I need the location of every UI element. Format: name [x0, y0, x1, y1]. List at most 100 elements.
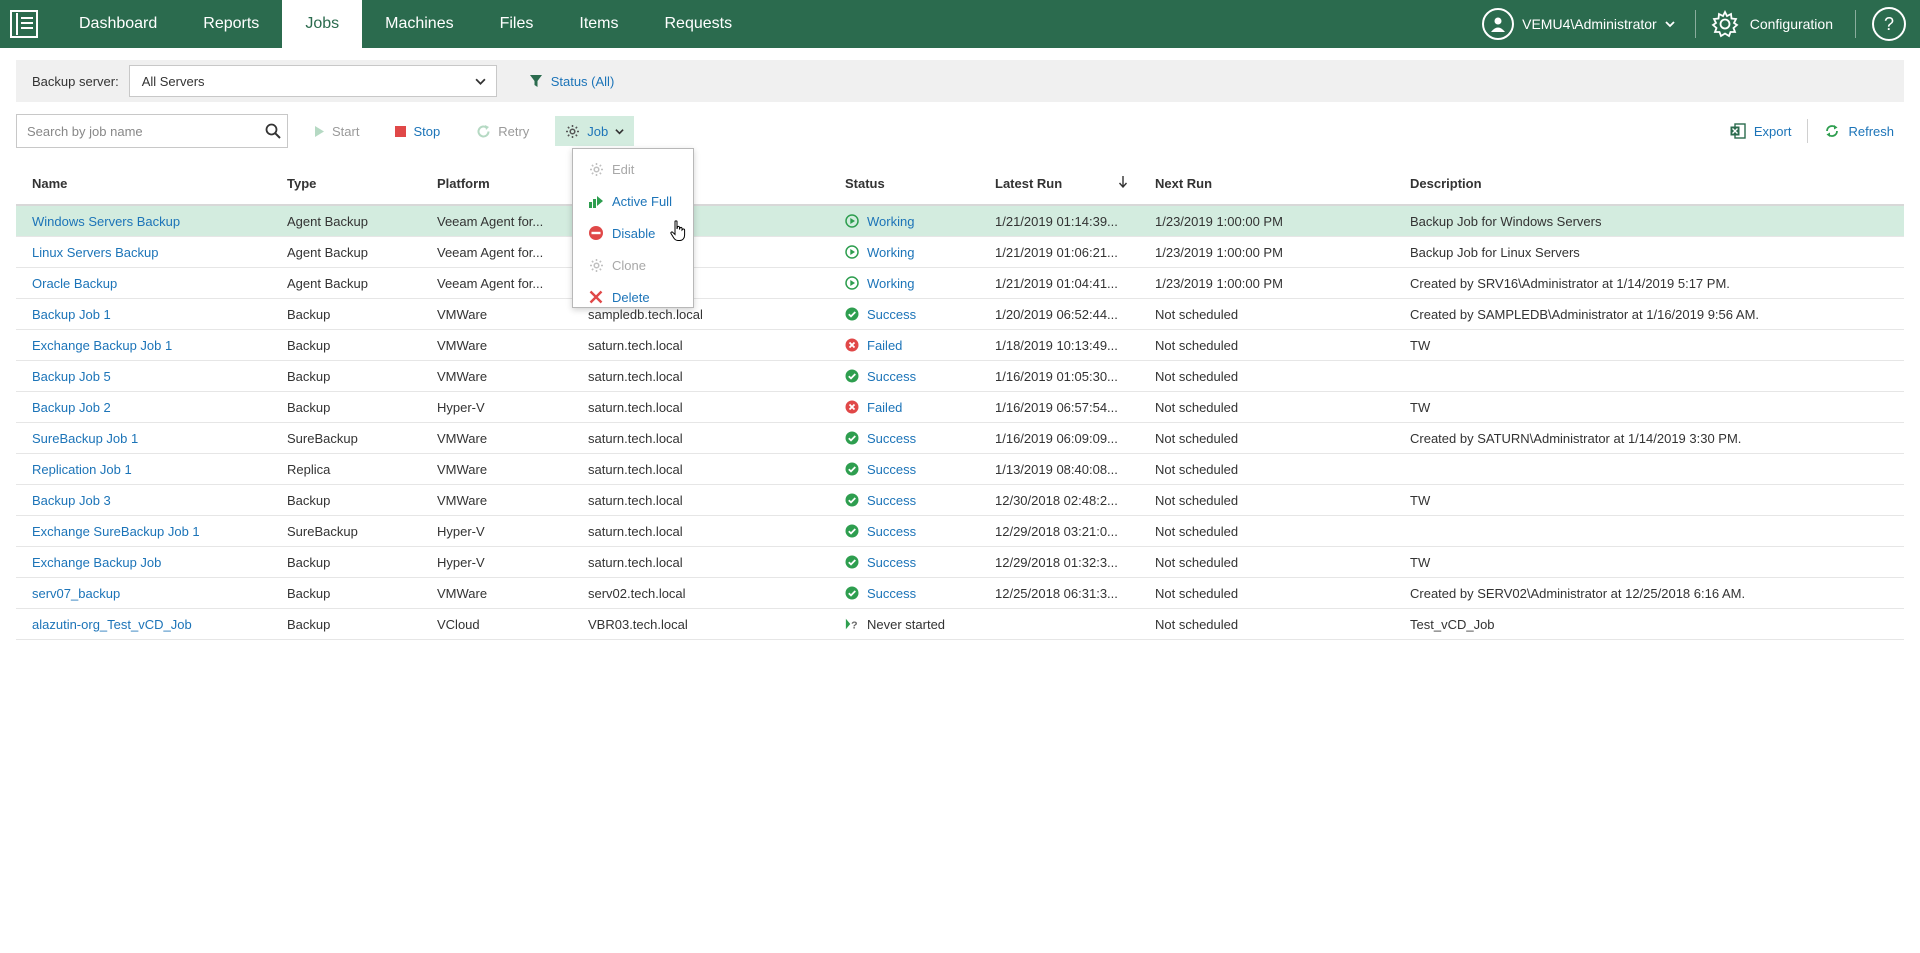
- job-host: saturn.tech.local: [588, 368, 683, 384]
- job-menu-button[interactable]: Job: [555, 116, 635, 146]
- help-button[interactable]: ?: [1872, 7, 1906, 41]
- job-host: saturn.tech.local: [588, 337, 683, 353]
- column-header-next-run[interactable]: Next Run: [1139, 176, 1394, 191]
- nav-jobs[interactable]: Jobs: [282, 0, 363, 48]
- job-status-label[interactable]: Success: [867, 462, 916, 477]
- table-row[interactable]: Backup Job 3 Backup VMWare saturn.tech.loca…: [16, 485, 1904, 516]
- job-name-link[interactable]: Exchange SureBackup Job 1: [16, 524, 271, 539]
- job-name-link[interactable]: Oracle Backup: [16, 276, 271, 291]
- table-row[interactable]: Exchange Backup Job 1 Backup VMWare saturn.…: [16, 330, 1904, 361]
- job-name-link[interactable]: Backup Job 5: [16, 369, 271, 384]
- table-row[interactable]: Backup Job 1 Backup VMWare sampledb.tech.lo…: [16, 299, 1904, 330]
- table-row[interactable]: serv07_backup Backup VMWare serv02.tech.loc…: [16, 578, 1904, 609]
- job-status-label[interactable]: Working: [867, 214, 914, 229]
- configuration-button[interactable]: Configuration: [1696, 0, 1855, 48]
- job-name-link[interactable]: alazutin-org_Test_vCD_Job: [16, 617, 271, 632]
- job-status-label[interactable]: Failed: [867, 338, 902, 353]
- job-status-label[interactable]: Success: [867, 586, 916, 601]
- job-next-run: 1/23/2019 1:00:00 PM: [1155, 275, 1283, 291]
- nav-machines[interactable]: Machines: [362, 0, 476, 48]
- configuration-label: Configuration: [1749, 16, 1833, 32]
- menu-item-delete[interactable]: Delete: [573, 281, 693, 313]
- job-name-link[interactable]: Backup Job 1: [16, 307, 271, 322]
- job-status-label[interactable]: Failed: [867, 400, 902, 415]
- job-status-label: Never started: [867, 616, 946, 632]
- column-header-platform[interactable]: Platform: [421, 176, 572, 191]
- menu-item-active-full[interactable]: Active Full: [573, 185, 693, 217]
- retry-button[interactable]: Retry: [466, 116, 539, 146]
- job-name-link[interactable]: Exchange Backup Job: [16, 555, 271, 570]
- stop-icon: [395, 125, 407, 137]
- job-host: saturn.tech.local: [588, 399, 683, 415]
- menu-item-edit[interactable]: Edit: [573, 153, 693, 185]
- table-row[interactable]: SureBackup Job 1 SureBackup VMWare saturn.t…: [16, 423, 1904, 454]
- search-icon[interactable]: [265, 123, 281, 139]
- job-status-label[interactable]: Success: [867, 431, 916, 446]
- job-status-label[interactable]: Working: [867, 276, 914, 291]
- job-status-label[interactable]: Working: [867, 245, 914, 260]
- job-name-link[interactable]: Exchange Backup Job 1: [16, 338, 271, 353]
- job-status-label[interactable]: Success: [867, 555, 916, 570]
- job-status: Success: [829, 493, 979, 508]
- table-row[interactable]: Exchange Backup Job Backup Hyper-V saturn.t…: [16, 547, 1904, 578]
- nav-requests[interactable]: Requests: [642, 0, 756, 48]
- status-filter-button[interactable]: Status (All): [529, 74, 614, 89]
- nav-reports[interactable]: Reports: [180, 0, 282, 48]
- nav-files[interactable]: Files: [477, 0, 557, 48]
- column-header-latest-run[interactable]: Latest Run: [979, 175, 1139, 191]
- job-type: Backup: [287, 554, 331, 570]
- job-name-link[interactable]: SureBackup Job 1: [16, 431, 271, 446]
- chevron-down-icon: [475, 76, 486, 87]
- sort-descending-icon: [1118, 175, 1128, 191]
- job-name-link[interactable]: Backup Job 3: [16, 493, 271, 508]
- table-row[interactable]: Oracle Backup Agent Backup Veeam Agent for…: [16, 268, 1904, 299]
- app-logo-icon[interactable]: [0, 0, 48, 48]
- search-input[interactable]: [27, 123, 247, 139]
- job-status-label[interactable]: Success: [867, 493, 916, 508]
- stop-button[interactable]: Stop: [385, 116, 450, 146]
- delete-icon: [587, 288, 605, 306]
- table-row[interactable]: Backup Job 5 Backup VMWare saturn.tech.loca…: [16, 361, 1904, 392]
- job-host: saturn.tech.local: [588, 523, 683, 539]
- gear-icon: [587, 160, 605, 178]
- export-button[interactable]: Export: [1720, 123, 1802, 139]
- job-platform: VMWare: [437, 461, 488, 477]
- nav-dashboard[interactable]: Dashboard: [56, 0, 180, 48]
- chevron-down-icon: [615, 127, 624, 136]
- job-description: Created by SERV02\Administrator at 12/25…: [1410, 585, 1746, 601]
- column-header-name[interactable]: Name: [16, 176, 271, 191]
- user-menu[interactable]: VEMU4\Administrator: [1482, 0, 1695, 48]
- table-row[interactable]: Exchange SureBackup Job 1 SureBackup Hyper…: [16, 516, 1904, 547]
- table-row[interactable]: alazutin-org_Test_vCD_Job Backup VCloud VBR…: [16, 609, 1904, 640]
- refresh-button[interactable]: Refresh: [1814, 123, 1904, 139]
- column-header-status[interactable]: Status: [829, 176, 979, 191]
- job-name-link[interactable]: Windows Servers Backup: [16, 214, 271, 229]
- menu-item-clone-label: Clone: [612, 257, 646, 273]
- menu-item-clone[interactable]: Clone: [573, 249, 693, 281]
- backup-server-select[interactable]: All Servers: [128, 65, 497, 97]
- column-header-description[interactable]: Description: [1394, 176, 1904, 191]
- start-button[interactable]: Start: [304, 116, 369, 146]
- column-header-type[interactable]: Type: [271, 176, 421, 191]
- job-status: Working: [829, 245, 979, 260]
- job-type: Agent Backup: [287, 213, 368, 229]
- table-row[interactable]: Backup Job 2 Backup Hyper-V saturn.tech.loc…: [16, 392, 1904, 423]
- table-row[interactable]: Replication Job 1 Replica VMWare saturn.tec…: [16, 454, 1904, 485]
- filter-icon: [529, 74, 543, 88]
- job-name-link[interactable]: serv07_backup: [16, 586, 271, 601]
- working-icon: [845, 276, 859, 290]
- job-name-link[interactable]: Replication Job 1: [16, 462, 271, 477]
- table-row[interactable]: Windows Servers Backup Agent Backup Veeam …: [16, 206, 1904, 237]
- success-icon: [845, 431, 859, 445]
- failed-icon: [845, 338, 859, 352]
- nav-items[interactable]: Items: [556, 0, 641, 48]
- table-row[interactable]: Linux Servers Backup Agent Backup Veeam Ag…: [16, 237, 1904, 268]
- job-status-label[interactable]: Success: [867, 524, 916, 539]
- job-status-label[interactable]: Success: [867, 307, 916, 322]
- top-navigation-bar: Dashboard Reports Jobs Machines Files It…: [0, 0, 1920, 48]
- job-status-label[interactable]: Success: [867, 369, 916, 384]
- job-description: TW: [1410, 337, 1431, 353]
- job-name-link[interactable]: Backup Job 2: [16, 400, 271, 415]
- job-name-link[interactable]: Linux Servers Backup: [16, 245, 271, 260]
- success-icon: [845, 462, 859, 476]
